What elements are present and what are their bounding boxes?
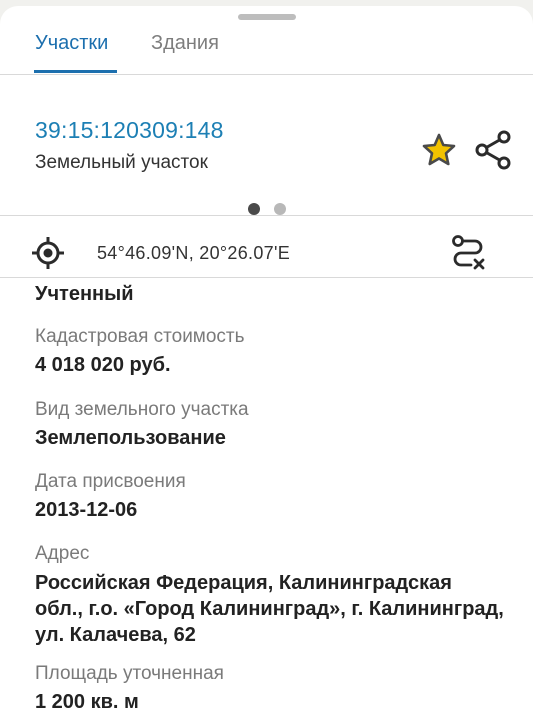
address-label: Адрес [35,543,90,564]
divider [0,215,533,216]
area-value: 1 200 кв. м [35,691,139,713]
object-type: Земельный участок [35,152,208,173]
area-label: Площадь уточненная [35,663,224,684]
assign-date-label: Дата присвоения [35,471,186,492]
cadastral-value: 4 018 020 руб. [35,354,171,376]
cadastral-number[interactable]: 39:15:120309:148 [35,117,224,144]
tab-land[interactable]: Участки [35,32,108,55]
assign-date-value: 2013-12-06 [35,499,138,521]
coordinates[interactable]: 54°46.09'N, 20°26.07'E [97,243,290,264]
divider [0,74,533,75]
land-type-value: Землепользование [35,427,226,449]
status-value: Учтенный [35,283,134,305]
route-icon[interactable] [449,233,487,273]
star-icon[interactable] [421,132,457,168]
land-type-label: Вид земельного участка [35,399,249,420]
cadastral-value-label: Кадастровая стоимость [35,326,245,347]
locate-icon[interactable] [31,236,65,270]
page-dot[interactable] [274,203,286,215]
active-tab-indicator [34,70,117,73]
page-dot-active[interactable] [248,203,260,215]
tab-buildings[interactable]: Здания [151,32,219,55]
share-icon[interactable] [474,130,512,170]
tab-bar: Участки Здания [0,20,533,76]
address-value[interactable]: Российская Федерация, Калининградская об… [35,570,505,648]
divider [0,277,533,278]
bottom-sheet: Участки Здания 39:15:120309:148 Земельны… [0,6,533,716]
